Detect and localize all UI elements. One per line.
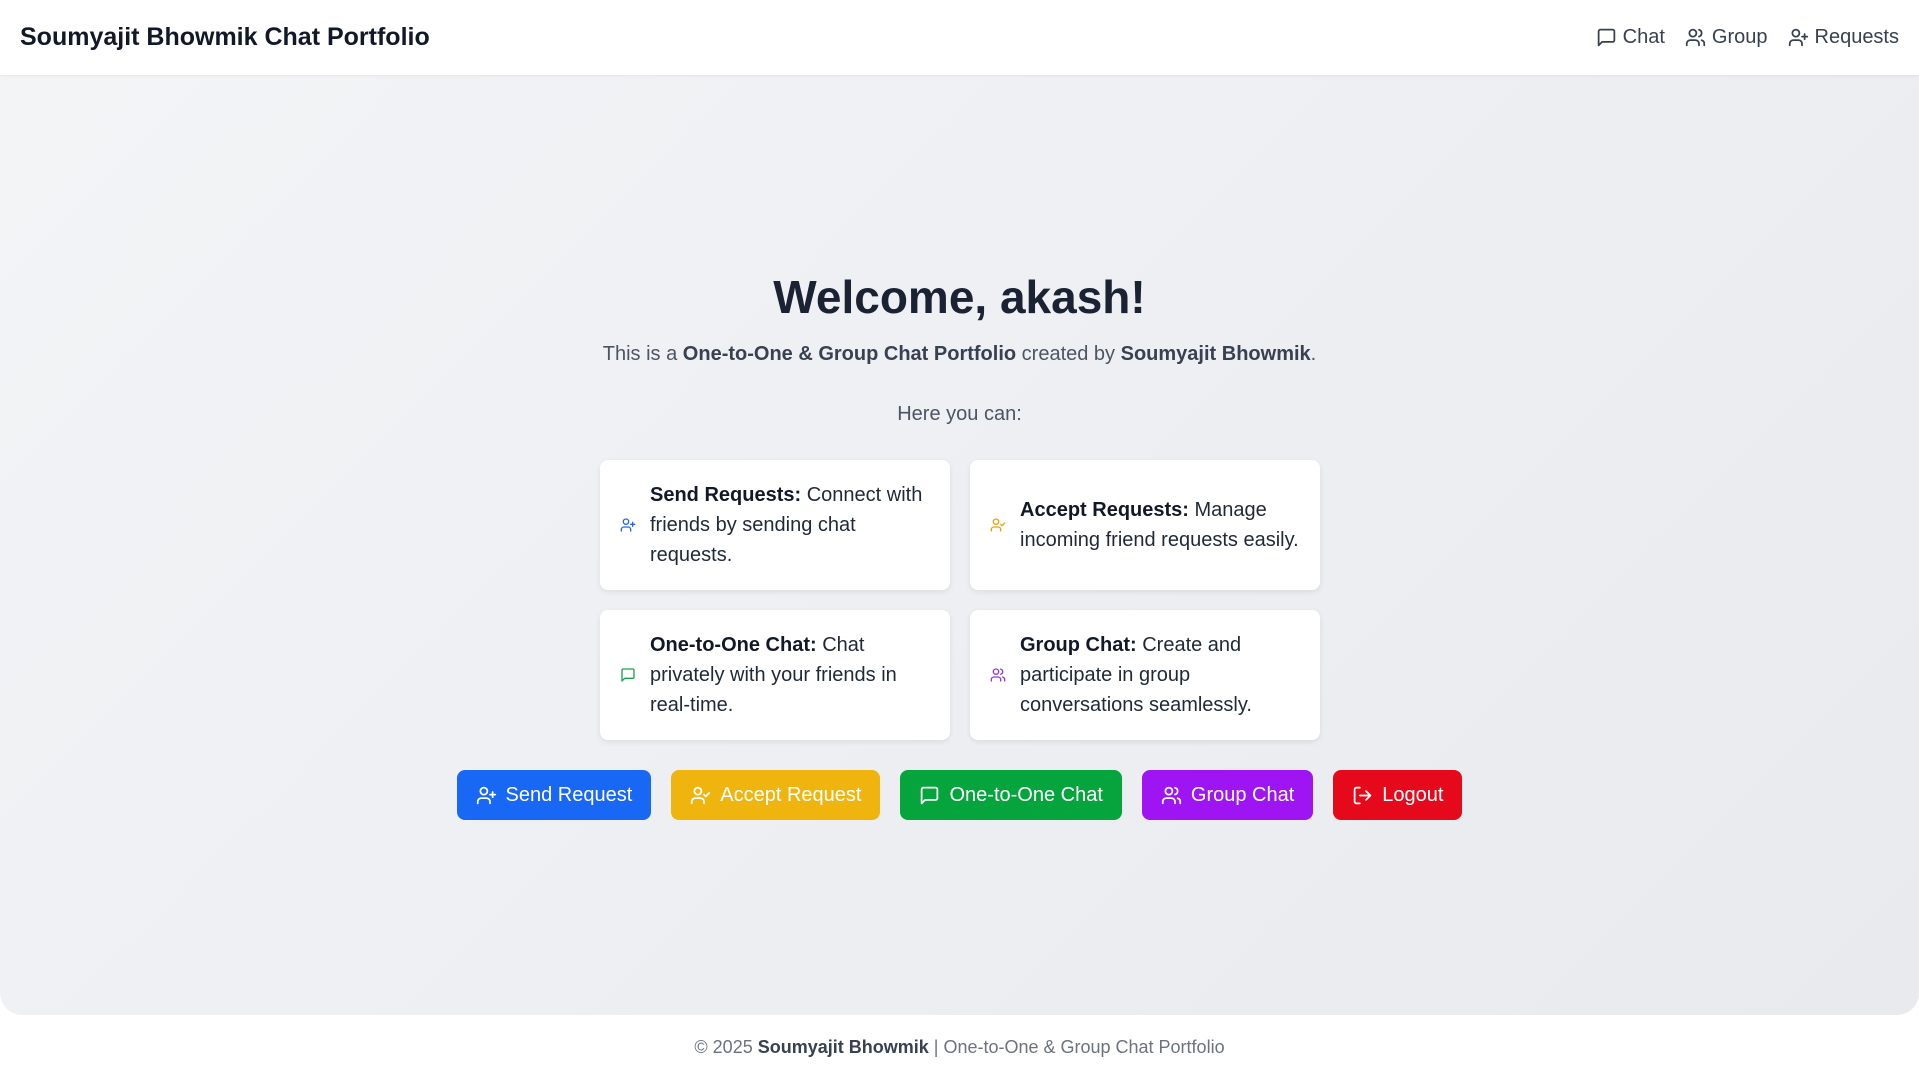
welcome-title: Welcome, akash! bbox=[773, 271, 1146, 323]
intro-text: This is a One-to-One & Group Chat Portfo… bbox=[0, 343, 1919, 366]
button-label: One-to-One Chat bbox=[949, 783, 1103, 806]
users-icon bbox=[1161, 785, 1182, 806]
message-square-icon bbox=[919, 785, 940, 806]
here-you-can-text: Here you can: bbox=[897, 403, 1022, 425]
send-request-button[interactable]: Send Request bbox=[456, 770, 652, 820]
users-icon bbox=[1685, 27, 1706, 48]
brand-title[interactable]: Soumyajit Bhowmik Chat Portfolio bbox=[20, 23, 430, 52]
nav-link-label: Chat bbox=[1622, 26, 1665, 48]
nav-links: Chat Group Requests bbox=[1596, 26, 1899, 49]
feature-text: Group Chat: Create and participate in gr… bbox=[1020, 630, 1302, 720]
feature-title: Group Chat: bbox=[1020, 634, 1137, 656]
intro-middle: created by bbox=[1016, 343, 1121, 365]
feature-cards: Send Requests: Connect with friends by s… bbox=[600, 460, 1320, 740]
user-plus-icon bbox=[620, 517, 636, 533]
button-label: Logout bbox=[1382, 783, 1444, 806]
button-label: Accept Request bbox=[720, 783, 862, 806]
user-check-icon bbox=[690, 785, 711, 806]
feature-card-send-requests: Send Requests: Connect with friends by s… bbox=[600, 460, 950, 590]
one-to-one-chat-button[interactable]: One-to-One Chat bbox=[900, 770, 1122, 820]
action-buttons: Send Request Accept Request One-to-One C… bbox=[0, 770, 1919, 820]
logout-icon bbox=[1352, 785, 1373, 806]
feature-card-group-chat: Group Chat: Create and participate in gr… bbox=[970, 610, 1320, 740]
intro-suffix: . bbox=[1310, 343, 1317, 365]
footer-author: Soumyajit Bhowmik bbox=[757, 1036, 929, 1057]
users-icon bbox=[990, 667, 1006, 683]
intro-project: One-to-One & Group Chat Portfolio bbox=[682, 343, 1017, 365]
nav-link-label: Requests bbox=[1814, 26, 1900, 48]
user-plus-icon bbox=[1788, 27, 1809, 48]
accept-request-button[interactable]: Accept Request bbox=[671, 770, 881, 820]
footer-copyright: © 2025 bbox=[694, 1036, 758, 1057]
feature-card-one-to-one-chat: One-to-One Chat: Chat privately with you… bbox=[600, 610, 950, 740]
intro-prefix: This is a bbox=[602, 343, 683, 365]
button-label: Send Request bbox=[505, 783, 633, 806]
message-square-icon bbox=[1596, 27, 1617, 48]
footer: © 2025 Soumyajit Bhowmik | One-to-One & … bbox=[0, 1015, 1919, 1079]
nav-link-chat[interactable]: Chat bbox=[1596, 26, 1665, 49]
intro-author: Soumyajit Bhowmik bbox=[1120, 343, 1311, 365]
navbar: Soumyajit Bhowmik Chat Portfolio Chat Gr… bbox=[0, 0, 1919, 75]
group-chat-button[interactable]: Group Chat bbox=[1141, 770, 1314, 820]
feature-title: Accept Requests: bbox=[1020, 499, 1189, 521]
feature-text: Send Requests: Connect with friends by s… bbox=[650, 480, 932, 570]
feature-title: One-to-One Chat: bbox=[650, 634, 817, 656]
feature-text: One-to-One Chat: Chat privately with you… bbox=[650, 630, 932, 720]
main-content: Welcome, akash! This is a One-to-One & G… bbox=[0, 75, 1919, 1015]
user-plus-icon bbox=[476, 785, 497, 806]
feature-text: Accept Requests: Manage incoming friend … bbox=[1020, 495, 1302, 555]
footer-project: One-to-One & Group Chat Portfolio bbox=[943, 1036, 1225, 1057]
nav-link-label: Group bbox=[1711, 26, 1768, 48]
user-check-icon bbox=[990, 517, 1006, 533]
nav-link-requests[interactable]: Requests bbox=[1788, 26, 1900, 49]
feature-card-accept-requests: Accept Requests: Manage incoming friend … bbox=[970, 460, 1320, 590]
button-label: Group Chat bbox=[1190, 783, 1295, 806]
feature-title: Send Requests: bbox=[650, 484, 802, 506]
nav-link-group[interactable]: Group bbox=[1685, 26, 1768, 49]
logout-button[interactable]: Logout bbox=[1333, 770, 1463, 820]
footer-separator: | bbox=[928, 1036, 944, 1057]
message-square-icon bbox=[620, 667, 636, 683]
